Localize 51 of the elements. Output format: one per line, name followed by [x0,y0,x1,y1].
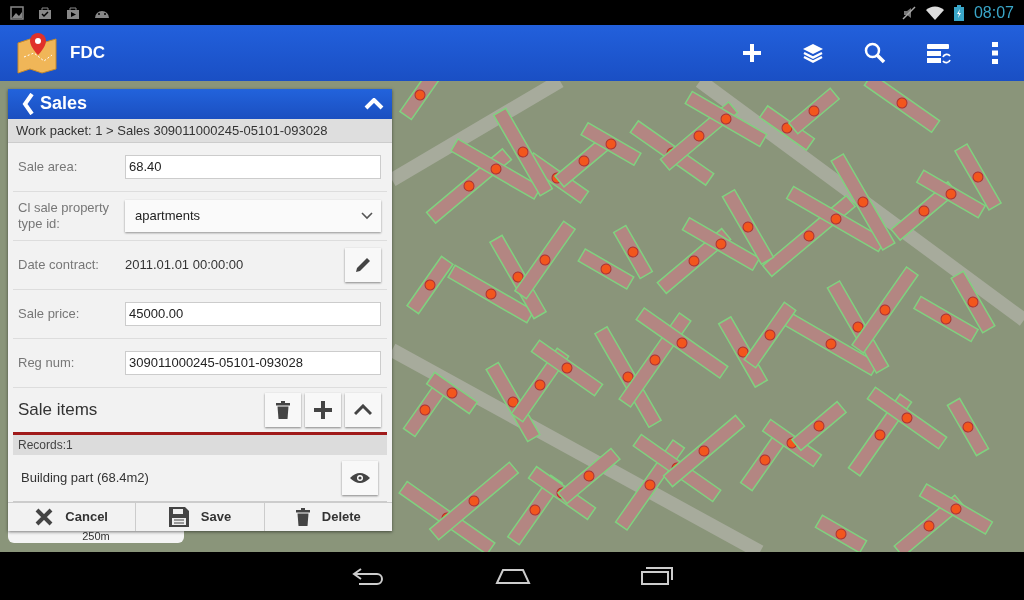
shopping-bag-icon [38,5,52,20]
section-title: Sale items [18,399,98,420]
input-field[interactable]: 309011000245-05101-093028 [125,350,381,375]
app-title: FDC [70,43,105,63]
field-label: Date contract: [18,256,100,273]
chevron-up-icon [354,403,372,416]
clock-time: 08:07 [973,3,1014,22]
field-label: Sale price: [18,305,81,322]
delete-item-button[interactable] [265,392,301,427]
collapse-chevron-icon[interactable] [364,97,384,110]
panel-title: Sales [40,93,88,115]
battery-icon [953,4,964,21]
image-icon [10,5,24,20]
search-icon[interactable] [864,42,886,64]
records-count: Records:1 [13,434,387,455]
date-value: 2011.01.01 00:00:00 [125,257,245,273]
add-icon [314,400,332,419]
breadcrumb: Work packet: 1 > Sales 309011000245-05101-093028 [8,118,392,143]
field-label: Reg num: [18,354,76,371]
more-options-icon[interactable] [992,42,998,64]
trash-icon [276,400,290,419]
edit-button[interactable] [345,247,381,282]
mute-icon [901,5,916,20]
back-chevron-icon[interactable] [22,92,34,115]
cancel-button[interactable]: Cancel [8,502,137,531]
close-icon [35,507,54,526]
add-icon[interactable] [742,43,762,63]
scale-label: 250m [82,530,110,543]
collapse-section-button[interactable] [345,392,381,427]
dropdown[interactable]: apartments [125,199,381,232]
add-item-button[interactable] [305,392,341,427]
dropdown-caret-icon [361,211,373,220]
eye-icon [350,471,370,484]
delete-button[interactable]: Delete [264,502,392,531]
back-icon[interactable] [351,567,385,585]
save-button[interactable]: Save [136,502,265,531]
record-item[interactable]: Building part (68.4m2) [21,470,342,486]
recent-apps-icon[interactable] [641,567,673,585]
field-label: Cl sale property type id: [18,199,111,232]
wifi-icon [925,5,944,20]
input-field[interactable]: 68.40 [125,154,381,179]
layers-icon[interactable] [802,43,824,63]
pencil-icon [354,255,372,274]
input-field[interactable]: 45000.00 [125,301,381,326]
field-label: Sale area: [18,158,79,175]
play-store-icon [66,5,80,20]
home-icon[interactable] [495,568,531,584]
trash-icon [295,507,310,526]
server-sync-icon[interactable] [926,42,952,64]
map-pin-logo-icon[interactable] [16,31,60,75]
view-button[interactable] [342,460,378,495]
